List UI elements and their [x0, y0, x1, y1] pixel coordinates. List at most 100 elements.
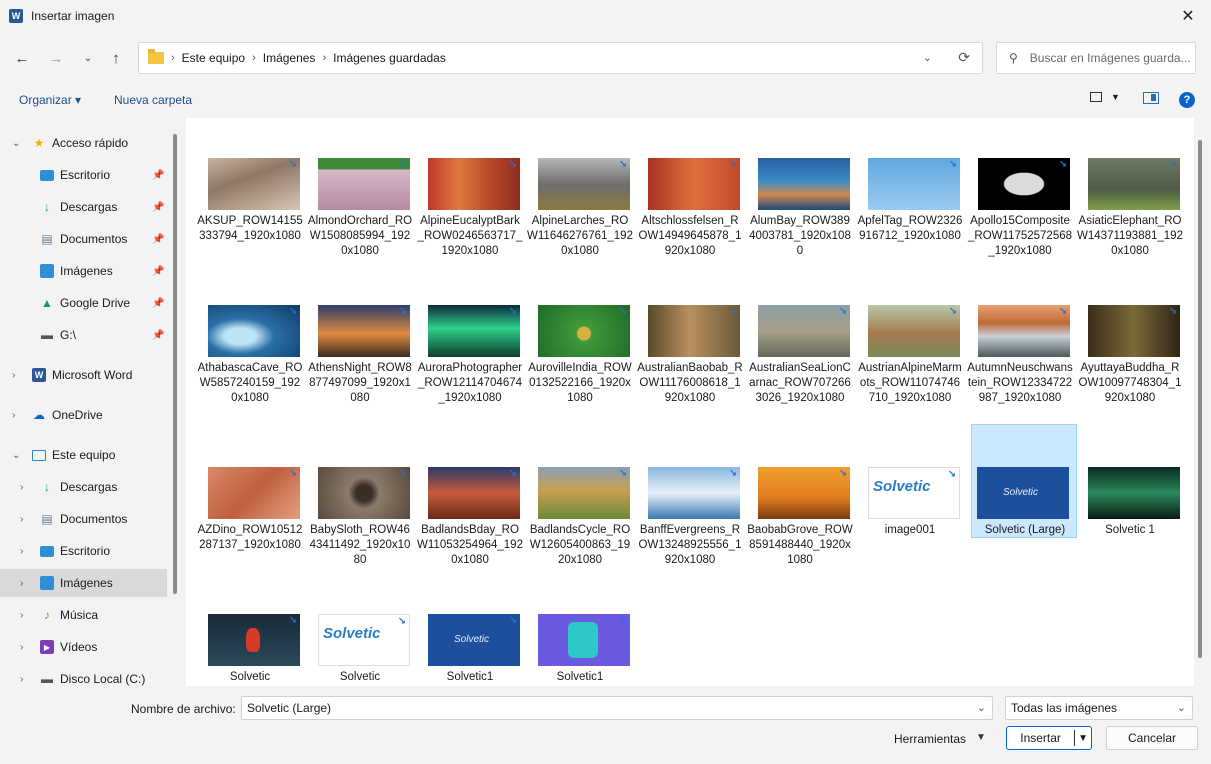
file-tile[interactable]: Solvetic ↘ Solvetic — [307, 614, 413, 686]
file-tile[interactable]: ↘ AlpineEucalyptBark_ROW0246563717_1920x… — [417, 158, 523, 302]
forward-arrow-icon[interactable]: → — [46, 48, 66, 68]
chevron-down-icon[interactable]: ▼ — [1111, 92, 1120, 102]
sidebar-item-quick-access[interactable]: ⌄ ★ Acceso rápido — [0, 129, 167, 157]
file-tile[interactable]: Solvetic ↘ Solvetic1 — [417, 614, 523, 686]
breadcrumb-este-equipo[interactable]: Este equipo — [182, 51, 245, 65]
chevron-down-icon[interactable]: ⌄ — [977, 701, 986, 714]
sidebar-item-descargas-pc[interactable]: › ↓ Descargas — [0, 473, 167, 501]
tools-button[interactable]: Herramientas — [894, 732, 966, 746]
file-tile[interactable]: ↘ AsiaticElephant_ROW14371193881_1920x10… — [1077, 158, 1183, 302]
file-tile[interactable]: ↘ Solvetic1 — [527, 614, 633, 686]
file-tile[interactable]: ↘ BabySloth_ROW4643411492_1920x1080 — [307, 467, 413, 611]
chevron-down-icon[interactable]: ▼ — [1075, 733, 1091, 744]
recent-locations-chevron-icon[interactable]: ⌄ — [78, 48, 98, 68]
chevron-right-icon[interactable]: › — [12, 370, 15, 381]
search-input[interactable]: ⚲ Buscar en Imágenes guarda... — [996, 42, 1196, 74]
sidebar-item-label: Acceso rápido — [52, 136, 129, 150]
sidebar-item-disco-local[interactable]: › ▬ Disco Local (C:) — [0, 665, 167, 686]
file-tile[interactable]: ↘ AKSUP_ROW14155333794_1920x1080 — [197, 158, 303, 302]
chevron-right-icon[interactable]: › — [12, 410, 15, 421]
filetype-select[interactable]: Todas las imágenes ⌄ — [1005, 696, 1193, 720]
file-tile[interactable]: ↘ AuroraPhotographer_ROW12114704674_1920… — [417, 305, 523, 449]
content-scrollbar[interactable] — [1198, 140, 1202, 658]
file-tile[interactable]: ↘ AlumBay_ROW3894003781_1920x1080 — [747, 158, 853, 302]
file-tile[interactable]: ↘ AthensNight_ROW8877497099_1920x1080 — [307, 305, 413, 449]
shortcut-arrow-icon: ↘ — [947, 469, 957, 480]
file-name: AutumnNeuschwanstein_ROW12334722987_1920… — [967, 362, 1073, 404]
file-tile[interactable]: ↘ Solvetic — [197, 614, 303, 686]
word-icon: W — [32, 368, 46, 382]
back-arrow-icon[interactable]: ← — [12, 48, 32, 68]
sidebar-item-escritorio[interactable]: Escritorio 📌 — [0, 161, 167, 189]
sidebar-item-este-equipo[interactable]: ⌄ Este equipo — [0, 441, 167, 469]
chevron-right-icon[interactable]: › — [20, 578, 23, 589]
file-tile[interactable]: Solvetic 1 — [1077, 467, 1183, 611]
new-folder-button[interactable]: Nueva carpeta — [114, 93, 192, 107]
sidebar-item-onedrive[interactable]: › ☁ OneDrive — [0, 401, 167, 429]
preview-pane-icon[interactable] — [1143, 92, 1159, 104]
sidebar-item-descargas[interactable]: ↓ Descargas 📌 — [0, 193, 167, 221]
breadcrumb-imagenes[interactable]: Imágenes — [263, 51, 316, 65]
sidebar-item-microsoft-word[interactable]: › W Microsoft Word — [0, 361, 167, 389]
chevron-right-icon[interactable]: › — [20, 514, 23, 525]
insert-button[interactable]: Insertar ▼ — [1006, 726, 1092, 750]
chevron-down-icon[interactable]: ⌄ — [12, 450, 20, 461]
chevron-right-icon[interactable]: › — [20, 610, 23, 621]
chevron-down-icon[interactable]: ⌄ — [12, 138, 20, 149]
sidebar-item-musica[interactable]: › ♪ Música — [0, 601, 167, 629]
chevron-right-icon: › — [171, 52, 175, 64]
file-tile[interactable]: ↘ AurovilleIndia_ROW0132522166_1920x1080 — [527, 305, 633, 449]
breadcrumb-imagenes-guardadas[interactable]: Imágenes guardadas — [333, 51, 446, 65]
sidebar-item-videos[interactable]: › ▶ Vídeos — [0, 633, 167, 661]
address-bar[interactable]: › Este equipo › Imágenes › Imágenes guar… — [138, 42, 983, 74]
pin-icon: 📌 — [152, 265, 165, 277]
file-tile[interactable]: ↘ Apollo15Composite_ROW11752572568_1920x… — [967, 158, 1073, 302]
chevron-right-icon[interactable]: › — [20, 546, 23, 557]
download-icon: ↓ — [44, 480, 50, 494]
chevron-right-icon[interactable]: › — [20, 482, 23, 493]
file-tile[interactable]: ↘ AustrianAlpineMarmots_ROW11074746710_1… — [857, 305, 963, 449]
chevron-right-icon[interactable]: › — [20, 674, 23, 685]
file-tile[interactable]: ↘ AthabascaCave_ROW5857240159_1920x1080 — [197, 305, 303, 449]
file-tile[interactable]: ↘ BaobabGrove_ROW8591488440_1920x1080 — [747, 467, 853, 611]
file-tile[interactable]: ↘ AustralianBaobab_ROW11176008618_1920x1… — [637, 305, 743, 449]
sidebar-scrollbar[interactable] — [173, 134, 177, 594]
file-tile[interactable]: ↘ AlpineLarches_ROW11646276761_1920x1080 — [527, 158, 633, 302]
view-mode-icon[interactable] — [1090, 92, 1102, 102]
file-tile[interactable]: ↘ BadlandsBday_ROW11053254964_1920x1080 — [417, 467, 523, 611]
sidebar-item-label: Imágenes — [60, 576, 113, 590]
sidebar-item-imagenes-pc[interactable]: › Imágenes — [0, 569, 167, 597]
sidebar-item-documentos[interactable]: ▤ Documentos 📌 — [0, 225, 167, 253]
filename-input[interactable]: Solvetic (Large) ⌄ — [241, 696, 993, 720]
sidebar-item-imagenes[interactable]: Imágenes 📌 — [0, 257, 167, 285]
close-button[interactable]: ✕ — [1165, 0, 1211, 32]
sidebar-item-label: G:\ — [60, 328, 77, 342]
file-tile[interactable]: ↘ ApfelTag_ROW2326916712_1920x1080 — [857, 158, 963, 302]
up-arrow-icon[interactable]: ↑ — [106, 48, 126, 68]
file-tile[interactable]: Solvetic ↘ image001 — [857, 467, 963, 611]
solvetic-logo-icon: Solvetic — [1003, 487, 1039, 498]
chevron-right-icon[interactable]: › — [20, 642, 23, 653]
chevron-down-icon[interactable]: ⌄ — [923, 51, 932, 64]
file-tile[interactable]: ↘ AlmondOrchard_ROW1508085994_1920x1080 — [307, 158, 413, 302]
file-tile[interactable]: ↘ Altschlossfelsen_ROW14949645878_1920x1… — [637, 158, 743, 302]
refresh-icon[interactable]: ⟳ — [958, 49, 970, 66]
folder-icon — [148, 49, 164, 64]
organize-menu-button[interactable]: Organizar ▾ — [19, 93, 81, 107]
sidebar-item-documentos-pc[interactable]: › ▤ Documentos — [0, 505, 167, 533]
file-tile-selected[interactable]: Solvetic Solvetic (Large) — [971, 424, 1077, 538]
sidebar-item-google-drive[interactable]: ▲ Google Drive 📌 — [0, 289, 167, 317]
chevron-down-icon[interactable]: ▼ — [976, 732, 986, 743]
help-icon[interactable]: ? — [1179, 92, 1195, 108]
file-tile[interactable]: ↘ BadlandsCycle_ROW12605400863_1920x1080 — [527, 467, 633, 611]
shortcut-arrow-icon: ↘ — [288, 306, 298, 317]
file-tile[interactable]: ↘ AustralianSeaLionCarnac_ROW7072663026_… — [747, 305, 853, 449]
sidebar-item-escritorio-pc[interactable]: › Escritorio — [0, 537, 167, 565]
file-tile[interactable]: ↘ BanffEvergreens_ROW13248925556_1920x10… — [637, 467, 743, 611]
file-tile[interactable]: ↘ AZDino_ROW10512287137_1920x1080 — [197, 467, 303, 611]
cancel-button[interactable]: Cancelar — [1106, 726, 1198, 750]
chevron-down-icon[interactable]: ⌄ — [1177, 701, 1186, 714]
filename-label: Nombre de archivo: — [131, 702, 236, 716]
sidebar-item-g-drive[interactable]: ▬ G:\ 📌 — [0, 321, 167, 349]
file-tile[interactable]: ↘ AyuttayaBuddha_ROW10097748304_1920x108… — [1077, 305, 1183, 449]
